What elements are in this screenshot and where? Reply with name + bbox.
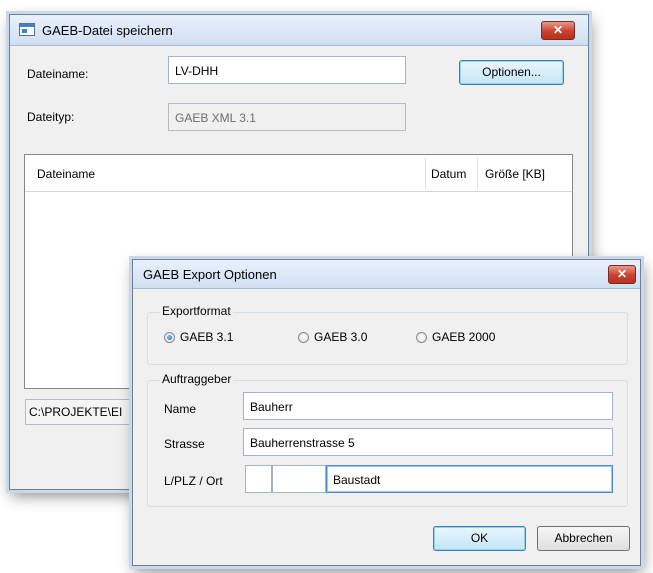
radio-checked-icon <box>164 331 175 343</box>
save-dialog-title: GAEB-Datei speichern <box>42 23 173 38</box>
radio-gaeb-2000[interactable]: GAEB 2000 <box>416 330 495 344</box>
radio-gaeb-30[interactable]: GAEB 3.0 <box>298 330 367 344</box>
street-label: Strasse <box>164 437 205 451</box>
exportformat-group: Exportformat GAEB 3.1 GAEB 3.0 GAEB 2000 <box>147 304 628 365</box>
auftraggeber-group: Auftraggeber Name Bauherr Strasse Bauher… <box>147 372 628 507</box>
column-divider[interactable] <box>425 157 426 189</box>
export-options-titlebar[interactable]: GAEB Export Optionen ✕ <box>133 260 640 289</box>
name-input[interactable]: Bauherr <box>243 392 613 420</box>
radio-unchecked-icon <box>416 331 427 343</box>
radio-label: GAEB 3.1 <box>180 330 234 344</box>
filename-input[interactable]: LV-DHH <box>168 56 406 84</box>
cancel-button[interactable]: Abbrechen <box>537 526 630 551</box>
save-dialog-titlebar[interactable]: GAEB-Datei speichern ✕ <box>10 15 588 46</box>
exportformat-group-title: Exportformat <box>160 304 233 318</box>
zip-input[interactable] <box>272 465 326 493</box>
city-label: L/PLZ / Ort <box>164 474 223 488</box>
radio-label: GAEB 2000 <box>432 330 496 344</box>
radio-gaeb-31[interactable]: GAEB 3.1 <box>164 330 233 344</box>
column-filename[interactable]: Dateiname <box>37 167 95 181</box>
city-input[interactable]: Baustadt <box>326 465 613 493</box>
close-icon[interactable]: ✕ <box>541 21 575 40</box>
file-list-header: Dateiname Datum Größe [KB] <box>25 155 572 192</box>
street-input[interactable]: Bauherrenstrasse 5 <box>243 428 613 456</box>
filename-label: Dateiname: <box>27 67 89 81</box>
column-size[interactable]: Größe [KB] <box>485 167 545 181</box>
export-options-title: GAEB Export Optionen <box>143 267 277 282</box>
country-input[interactable] <box>245 465 272 493</box>
window-icon <box>19 23 35 36</box>
column-date[interactable]: Datum <box>431 167 466 181</box>
radio-unchecked-icon <box>298 331 309 343</box>
filetype-label: Dateityp: <box>27 110 75 124</box>
filetype-select[interactable]: GAEB XML 3.1 <box>168 103 406 131</box>
ok-button[interactable]: OK <box>433 526 526 551</box>
name-label: Name <box>164 402 197 416</box>
column-divider[interactable] <box>477 157 478 189</box>
radio-label: GAEB 3.0 <box>314 330 368 344</box>
export-options-dialog: GAEB Export Optionen ✕ Exportformat GAEB… <box>132 259 641 566</box>
options-button[interactable]: Optionen... <box>459 60 564 85</box>
auftraggeber-group-title: Auftraggeber <box>160 372 234 386</box>
close-icon[interactable]: ✕ <box>608 265 636 284</box>
